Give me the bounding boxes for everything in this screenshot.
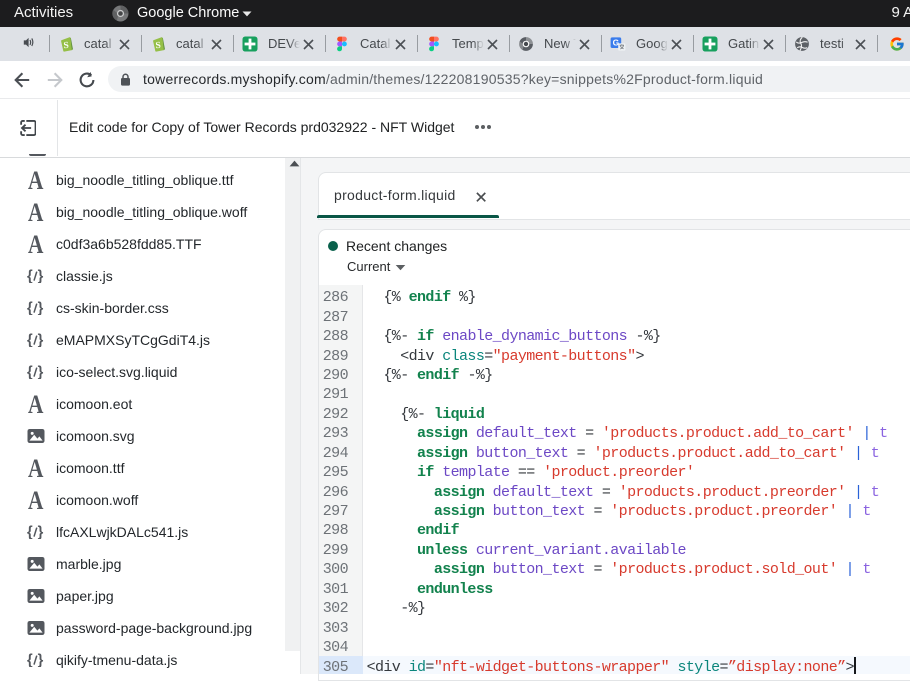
svg-text:G: G: [613, 37, 620, 47]
svg-text:{: {: [27, 365, 33, 379]
svg-text:}: }: [37, 333, 43, 347]
svg-text:{: {: [27, 525, 33, 539]
svg-text:{: {: [27, 269, 33, 283]
svg-text:{: {: [27, 301, 33, 315]
svg-text:}: }: [37, 269, 43, 283]
svg-text:{: {: [27, 653, 33, 667]
svg-text:}: }: [37, 301, 43, 315]
svg-text:}: }: [37, 365, 43, 379]
svg-text:S: S: [155, 39, 161, 49]
svg-text:}: }: [37, 653, 43, 667]
svg-text:}: }: [37, 525, 43, 539]
svg-text:{: {: [27, 333, 33, 347]
svg-text:S: S: [63, 39, 69, 49]
